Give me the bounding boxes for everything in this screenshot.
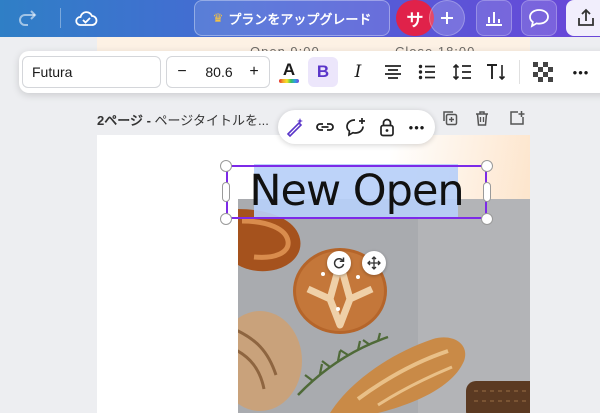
add-page-icon <box>510 111 525 125</box>
upgrade-plan-button[interactable]: ♛ プランをアップグレード <box>194 0 390 36</box>
rotate-icon <box>333 257 345 269</box>
duplicate-icon <box>443 111 458 126</box>
more-options-button[interactable]: ••• <box>566 57 596 87</box>
bulleted-list-button[interactable] <box>412 57 442 87</box>
page-title-placeholder[interactable]: ページタイトルを... <box>155 113 269 128</box>
decrease-font-size-button[interactable]: − <box>167 57 197 87</box>
resize-handle-top-right[interactable] <box>481 160 493 172</box>
cloud-saved-icon[interactable] <box>72 4 100 32</box>
redo-icon[interactable] <box>14 4 42 32</box>
upgrade-plan-label: プランをアップグレード <box>228 11 372 27</box>
page-label-separator: - <box>142 113 155 128</box>
avatar-initial: サ <box>406 10 424 30</box>
font-size-input[interactable]: 80.6 <box>197 57 241 87</box>
insights-button[interactable] <box>476 0 512 36</box>
bakery-bread-photo[interactable] <box>238 199 530 413</box>
page-number: 2ページ <box>97 113 143 128</box>
rotate-handle[interactable] <box>327 251 351 275</box>
page-label[interactable]: 2ページ - ページタイトルを... <box>97 110 269 129</box>
crown-icon: ♛ <box>212 11 224 25</box>
link-icon <box>316 123 334 131</box>
topbar-divider <box>60 8 61 28</box>
vertical-text-icon <box>487 64 506 81</box>
align-center-icon <box>385 65 401 79</box>
bold-button[interactable]: B <box>308 57 338 87</box>
resize-handle-left[interactable] <box>222 182 230 202</box>
increase-font-size-button[interactable]: + <box>239 57 269 87</box>
lock-icon <box>380 118 394 137</box>
transparency-button[interactable] <box>528 57 558 87</box>
magic-pen-icon <box>286 118 303 137</box>
move-handle[interactable] <box>362 251 386 275</box>
comments-button[interactable] <box>521 0 557 36</box>
add-collaborator-button[interactable] <box>429 0 465 36</box>
share-button[interactable] <box>566 0 600 36</box>
move-arrows-icon <box>367 256 381 270</box>
font-family-value: Futura <box>32 64 73 80</box>
toolbar-divider <box>519 60 520 84</box>
text-align-button[interactable] <box>378 57 408 87</box>
bullet-list-icon <box>418 64 435 80</box>
font-family-dropdown[interactable]: Futura <box>22 56 161 88</box>
checkerboard-icon <box>533 62 553 82</box>
text-color-button[interactable]: A <box>274 57 304 87</box>
duplicate-page-button[interactable] <box>438 107 462 129</box>
color-spectrum-icon <box>279 78 299 83</box>
resize-handle-bottom-left[interactable] <box>220 213 232 225</box>
headline-text[interactable]: New Open <box>226 163 487 219</box>
delete-page-button[interactable] <box>470 107 494 129</box>
magic-write-button[interactable] <box>283 115 307 139</box>
trash-icon <box>476 111 488 126</box>
line-spacing-button[interactable] <box>447 57 477 87</box>
share-upload-icon <box>578 8 594 26</box>
line-spacing-icon <box>452 63 471 81</box>
resize-handle-top-left[interactable] <box>220 160 232 172</box>
comment-add-icon <box>346 118 365 137</box>
link-button[interactable] <box>313 115 337 139</box>
add-comment-button[interactable] <box>344 115 368 139</box>
font-size-stepper: − 80.6 + <box>166 56 270 88</box>
vertical-text-button[interactable] <box>482 57 512 87</box>
bar-chart-icon <box>486 12 502 26</box>
plus-icon <box>441 12 453 24</box>
text-color-letter: A <box>282 59 296 79</box>
context-more-button[interactable]: ••• <box>405 115 429 139</box>
resize-handle-right[interactable] <box>483 182 491 202</box>
lock-button[interactable] <box>375 115 399 139</box>
comment-icon <box>529 9 549 28</box>
bread-image <box>238 199 530 413</box>
add-page-button[interactable] <box>505 107 529 129</box>
italic-button[interactable]: I <box>343 57 373 87</box>
resize-handle-bottom-right[interactable] <box>481 213 493 225</box>
